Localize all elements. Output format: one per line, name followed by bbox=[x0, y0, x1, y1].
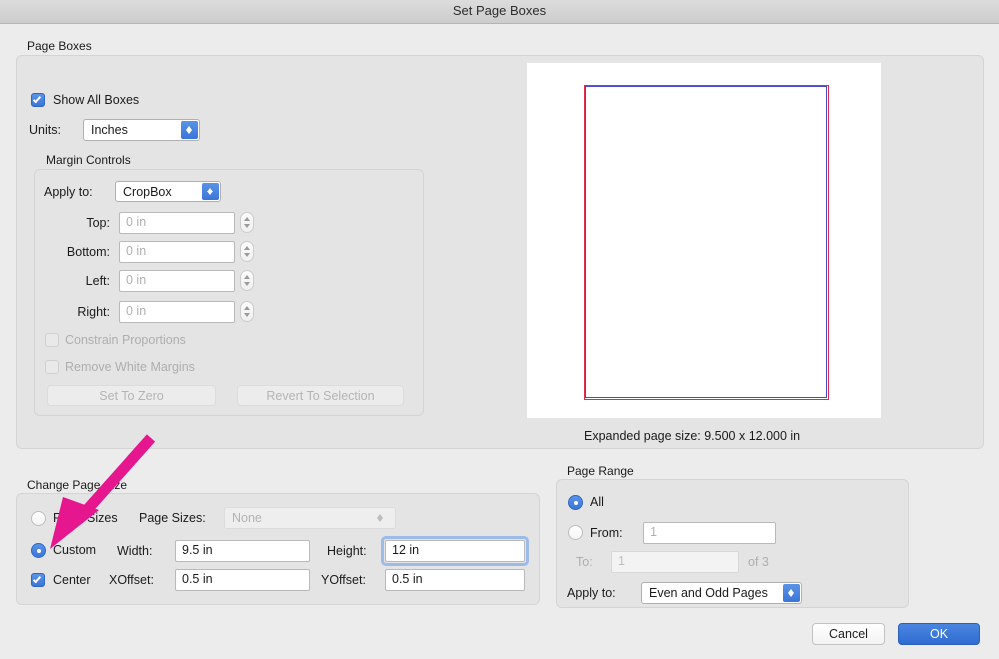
left-margin-stepper[interactable] bbox=[240, 270, 254, 291]
page-preview bbox=[527, 63, 881, 418]
top-margin-input[interactable]: 0 in bbox=[119, 212, 235, 234]
margin-apply-to-popup[interactable]: CropBox bbox=[115, 181, 221, 202]
show-all-boxes-checkbox[interactable] bbox=[31, 93, 45, 107]
set-to-zero-button[interactable]: Set To Zero bbox=[47, 385, 216, 406]
margin-controls-groupbox bbox=[34, 169, 424, 416]
right-margin-stepper[interactable] bbox=[240, 301, 254, 322]
change-page-size-group-label: Change Page Size bbox=[27, 478, 128, 492]
ok-button[interactable]: OK bbox=[898, 623, 980, 645]
page-sizes-value: None bbox=[232, 511, 262, 525]
page-range-from-radio[interactable] bbox=[568, 525, 583, 540]
width-label: Width: bbox=[117, 544, 153, 558]
bottom-margin-input[interactable]: 0 in bbox=[119, 241, 235, 263]
show-all-boxes-label: Show All Boxes bbox=[53, 93, 140, 107]
height-input[interactable]: 12 in bbox=[385, 540, 525, 562]
set-page-boxes-dialog: Set Page Boxes Page Boxes Show All Boxes… bbox=[0, 0, 999, 659]
page-sizes-label: Page Sizes: bbox=[139, 511, 206, 525]
window-title: Set Page Boxes bbox=[452, 3, 547, 18]
fixed-sizes-radio[interactable] bbox=[31, 511, 46, 526]
page-range-apply-to-popup[interactable]: Even and Odd Pages bbox=[641, 582, 802, 604]
custom-radio[interactable] bbox=[31, 543, 46, 558]
remove-white-margins-checkbox[interactable] bbox=[45, 360, 59, 374]
revert-to-selection-button[interactable]: Revert To Selection bbox=[237, 385, 404, 406]
units-popup[interactable]: Inches bbox=[83, 119, 200, 141]
page-boxes-group-label: Page Boxes bbox=[27, 39, 92, 53]
page-range-all-radio[interactable] bbox=[568, 495, 583, 510]
margin-apply-to-label: Apply to: bbox=[44, 185, 93, 199]
page-range-apply-to-value: Even and Odd Pages bbox=[649, 586, 768, 600]
left-margin-input[interactable]: 0 in bbox=[119, 270, 235, 292]
custom-label: Custom bbox=[53, 543, 97, 557]
title-bar: Set Page Boxes bbox=[0, 0, 999, 24]
page-range-to-input[interactable]: 1 bbox=[611, 551, 739, 573]
constrain-proportions-checkbox[interactable] bbox=[45, 333, 59, 347]
page-range-from-label: From: bbox=[590, 526, 623, 540]
page-sizes-popup[interactable]: None bbox=[224, 507, 396, 529]
yoffset-label: YOffset: bbox=[321, 573, 366, 587]
remove-white-margins-label: Remove White Margins bbox=[65, 360, 195, 374]
units-value: Inches bbox=[91, 123, 128, 137]
yoffset-input[interactable]: 0.5 in bbox=[385, 569, 525, 591]
expanded-page-size-label: Expanded page size: 9.500 x 12.000 in bbox=[584, 429, 801, 443]
chevron-updown-icon bbox=[372, 509, 389, 527]
height-label: Height: bbox=[327, 544, 367, 558]
width-input[interactable]: 9.5 in bbox=[175, 540, 310, 562]
xoffset-input[interactable]: 0.5 in bbox=[175, 569, 310, 591]
margin-controls-group-label: Margin Controls bbox=[46, 153, 131, 167]
top-margin-stepper[interactable] bbox=[240, 212, 254, 233]
center-label: Center bbox=[53, 573, 91, 587]
chevron-updown-icon bbox=[202, 183, 219, 200]
page-range-apply-to-label: Apply to: bbox=[567, 586, 616, 600]
page-outline bbox=[585, 86, 827, 398]
units-label: Units: bbox=[29, 123, 61, 137]
xoffset-label: XOffset: bbox=[109, 573, 154, 587]
page-range-from-input[interactable]: 1 bbox=[643, 522, 776, 544]
constrain-proportions-label: Constrain Proportions bbox=[65, 333, 186, 347]
page-range-all-label: All bbox=[590, 495, 604, 509]
right-margin-label: Right: bbox=[77, 305, 110, 319]
margin-apply-to-value: CropBox bbox=[123, 185, 172, 199]
chevron-updown-icon bbox=[181, 121, 198, 139]
cancel-button[interactable]: Cancel bbox=[812, 623, 885, 645]
page-range-group-label: Page Range bbox=[567, 464, 634, 478]
fixed-sizes-label: Fixed Sizes bbox=[53, 511, 118, 525]
center-checkbox[interactable] bbox=[31, 573, 45, 587]
left-margin-label: Left: bbox=[85, 274, 110, 288]
chevron-updown-icon bbox=[783, 584, 800, 602]
page-range-total-label: of 3 bbox=[748, 555, 769, 569]
bottom-margin-stepper[interactable] bbox=[240, 241, 254, 262]
right-margin-input[interactable]: 0 in bbox=[119, 301, 235, 323]
page-range-to-label: To: bbox=[576, 555, 593, 569]
top-margin-label: Top: bbox=[86, 216, 110, 230]
bottom-margin-label: Bottom: bbox=[66, 245, 110, 259]
